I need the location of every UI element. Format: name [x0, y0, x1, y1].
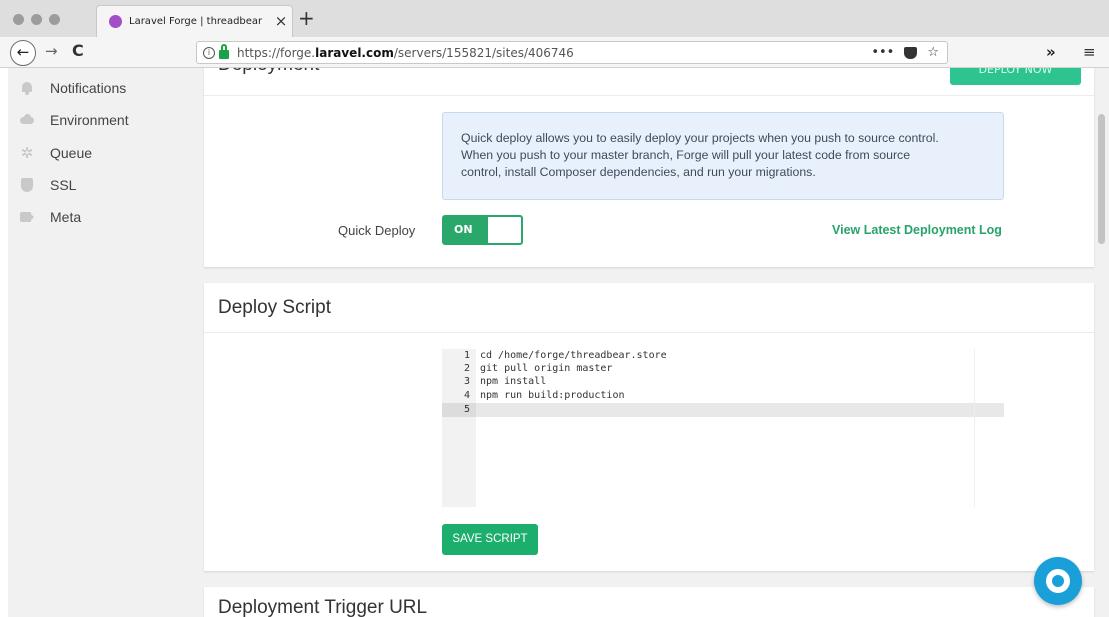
line-number: 2	[463, 363, 470, 374]
bell-icon	[20, 81, 34, 95]
forge-favicon-icon	[109, 15, 122, 28]
active-line-highlight	[476, 403, 1004, 417]
toggle-on-label: ON	[444, 217, 488, 243]
tab-title: Laravel Forge | threadbear	[129, 16, 263, 27]
sidebar-item-environment[interactable]: Environment	[20, 108, 129, 132]
sidebar-item-label: Notifications	[50, 80, 127, 96]
forward-button[interactable]: →	[45, 42, 58, 60]
deployment-panel: Deployment DEPLOY NOW Quick deploy allow…	[204, 68, 1094, 267]
view-deployment-log-link[interactable]: View Latest Deployment Log	[832, 223, 1002, 237]
more-actions-icon[interactable]: •••	[871, 45, 894, 60]
cloud-icon	[20, 113, 34, 127]
shield-icon	[20, 178, 34, 192]
reload-button[interactable]: C	[72, 41, 84, 60]
sidebar-item-label: Queue	[50, 145, 93, 161]
line-number: 1	[463, 350, 470, 361]
info-line: Quick deploy allows you to easily deploy…	[461, 131, 939, 145]
info-line: When you push to your master branch, For…	[461, 148, 911, 162]
sidebar-item-ssl[interactable]: SSL	[20, 173, 76, 197]
url-domain: laravel.com	[315, 45, 394, 60]
sidebar-item-label: Environment	[50, 112, 129, 128]
sidebar: Notifications Environment ✲ Queue SSL Me…	[8, 68, 200, 617]
address-bar[interactable]: i https://forge.laravel.com/servers/1558…	[196, 41, 948, 64]
lock-icon	[219, 43, 229, 59]
help-button[interactable]	[1034, 557, 1082, 605]
sidebar-item-label: Meta	[50, 209, 82, 225]
close-window-button[interactable]	[13, 14, 24, 25]
hamburger-menu-icon[interactable]: ≡	[1083, 43, 1096, 61]
deploy-script-panel: Deploy Script 1 cd /home/forge/threadbea…	[204, 283, 1094, 571]
editor-right-margin	[974, 349, 975, 507]
deployment-title: Deployment	[218, 68, 319, 76]
browser-tab-active[interactable]: Laravel Forge | threadbear ×	[96, 5, 293, 37]
toolbar-overflow-icon[interactable]: »	[1046, 43, 1056, 61]
deploy-script-header: Deploy Script	[204, 283, 1094, 333]
page-content: Notifications Environment ✲ Queue SSL Me…	[8, 68, 1109, 617]
code-line[interactable]: npm run build:production	[480, 390, 625, 401]
gear-icon: ✲	[20, 144, 34, 162]
url-actions: ••• ☆	[871, 45, 947, 60]
url-text[interactable]: https://forge.laravel.com/servers/155821…	[237, 46, 871, 60]
page-scrollbar[interactable]	[1098, 114, 1105, 244]
pocket-icon[interactable]	[904, 46, 918, 59]
sidebar-item-label: SSL	[50, 177, 77, 193]
deployment-trigger-title: Deployment Trigger URL	[218, 597, 428, 617]
deployment-trigger-panel: Deployment Trigger URL	[204, 587, 1094, 617]
site-info-icon[interactable]: i	[203, 46, 215, 59]
line-number: 5	[463, 404, 470, 415]
lifebuoy-icon	[1046, 569, 1070, 593]
code-line[interactable]: cd /home/forge/threadbear.store	[480, 350, 667, 361]
script-editor[interactable]: 1 cd /home/forge/threadbear.store 2 git …	[442, 349, 1004, 507]
line-number: 4	[463, 390, 470, 401]
info-line: control, install Composer dependencies, …	[461, 165, 816, 179]
bookmark-star-icon[interactable]: ☆	[927, 45, 939, 60]
sidebar-item-meta[interactable]: Meta	[20, 205, 81, 229]
new-tab-button[interactable]: +	[298, 8, 315, 28]
quick-deploy-toggle[interactable]: ON	[442, 215, 523, 245]
url-prefix: https://forge.	[237, 45, 316, 60]
quick-deploy-info-box: Quick deploy allows you to easily deploy…	[442, 112, 1004, 200]
code-line[interactable]: git pull origin master	[480, 363, 612, 374]
browser-nav-bar: ← → C i https://forge.laravel.com/server…	[0, 37, 1109, 68]
tag-icon	[20, 210, 34, 224]
deployment-panel-header: Deployment DEPLOY NOW	[204, 68, 1094, 96]
window-controls	[13, 14, 60, 25]
sidebar-item-queue[interactable]: ✲ Queue	[20, 141, 92, 165]
back-button[interactable]: ←	[10, 40, 36, 66]
minimize-window-button[interactable]	[31, 14, 42, 25]
quick-deploy-label: Quick Deploy	[338, 223, 416, 238]
browser-tab-bar: Laravel Forge | threadbear × +	[0, 0, 1109, 37]
tab-close-icon[interactable]: ×	[270, 14, 292, 29]
deploy-script-title: Deploy Script	[218, 297, 331, 318]
deploy-now-button[interactable]: DEPLOY NOW	[950, 68, 1081, 85]
sidebar-item-notifications[interactable]: Notifications	[20, 76, 126, 100]
maximize-window-button[interactable]	[49, 14, 60, 25]
code-line[interactable]: npm install	[480, 376, 546, 387]
url-path: /servers/155821/sites/406746	[393, 45, 574, 60]
save-script-button[interactable]: SAVE SCRIPT	[442, 524, 538, 555]
line-number: 3	[463, 376, 470, 387]
